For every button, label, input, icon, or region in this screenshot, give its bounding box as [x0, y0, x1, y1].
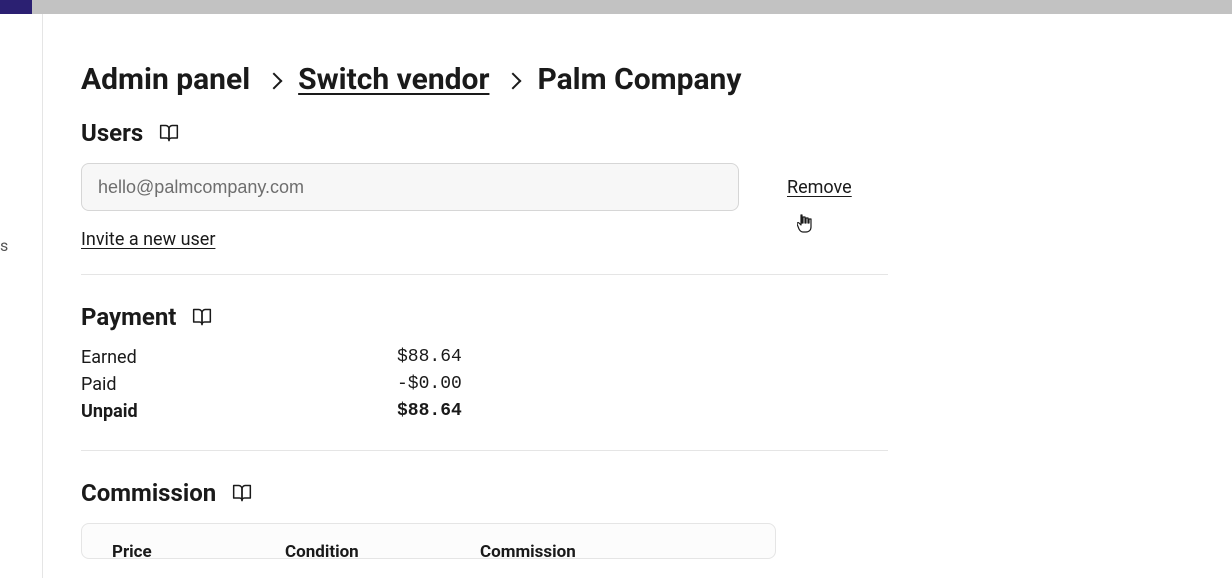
- payment-section: Payment Earned $88.64 Paid -$0.00 Unpaid…: [81, 303, 1232, 451]
- users-title: Users: [81, 119, 143, 147]
- payment-header: Payment: [81, 303, 1232, 331]
- chevron-right-icon: [266, 72, 283, 89]
- commission-table: Price Condition Commission: [81, 523, 776, 559]
- section-divider: [81, 274, 888, 275]
- user-row: Remove: [81, 163, 1232, 211]
- breadcrumb-switch-vendor[interactable]: Switch vendor: [298, 62, 489, 97]
- commission-header: Commission: [81, 479, 1232, 507]
- chevron-right-icon: [505, 72, 522, 89]
- unpaid-value: $88.64: [397, 401, 1232, 422]
- breadcrumb-company: Palm Company: [537, 62, 741, 97]
- top-bar-accent: [0, 0, 32, 14]
- commission-section: Commission Price Condition Commission: [81, 479, 1232, 559]
- section-divider: [81, 450, 888, 451]
- invite-user-link[interactable]: Invite a new user: [81, 229, 215, 250]
- commission-header-commission: Commission: [480, 542, 576, 558]
- users-header: Users: [81, 119, 1232, 147]
- side-divider: [42, 14, 43, 578]
- book-icon[interactable]: [159, 123, 179, 143]
- main-content: Admin panel Switch vendor Palm Company U…: [81, 62, 1232, 587]
- earned-value: $88.64: [397, 347, 1232, 368]
- remove-user-link[interactable]: Remove: [787, 177, 852, 198]
- side-hint-letter: s: [0, 236, 8, 255]
- user-email-field[interactable]: [81, 163, 739, 211]
- payment-title: Payment: [81, 303, 176, 331]
- earned-label: Earned: [81, 347, 397, 368]
- book-icon[interactable]: [192, 307, 212, 327]
- paid-label: Paid: [81, 374, 397, 395]
- users-section: Users Remove Invite a new user: [81, 119, 1232, 275]
- commission-title: Commission: [81, 479, 216, 507]
- breadcrumb: Admin panel Switch vendor Palm Company: [81, 62, 1232, 97]
- commission-header-price: Price: [112, 542, 285, 558]
- book-icon[interactable]: [232, 483, 252, 503]
- breadcrumb-admin[interactable]: Admin panel: [81, 62, 250, 97]
- paid-value: -$0.00: [397, 374, 1232, 395]
- unpaid-label: Unpaid: [81, 401, 397, 422]
- commission-header-condition: Condition: [285, 542, 480, 558]
- top-bar: [0, 0, 1232, 14]
- payment-table: Earned $88.64 Paid -$0.00 Unpaid $88.64: [81, 347, 1232, 422]
